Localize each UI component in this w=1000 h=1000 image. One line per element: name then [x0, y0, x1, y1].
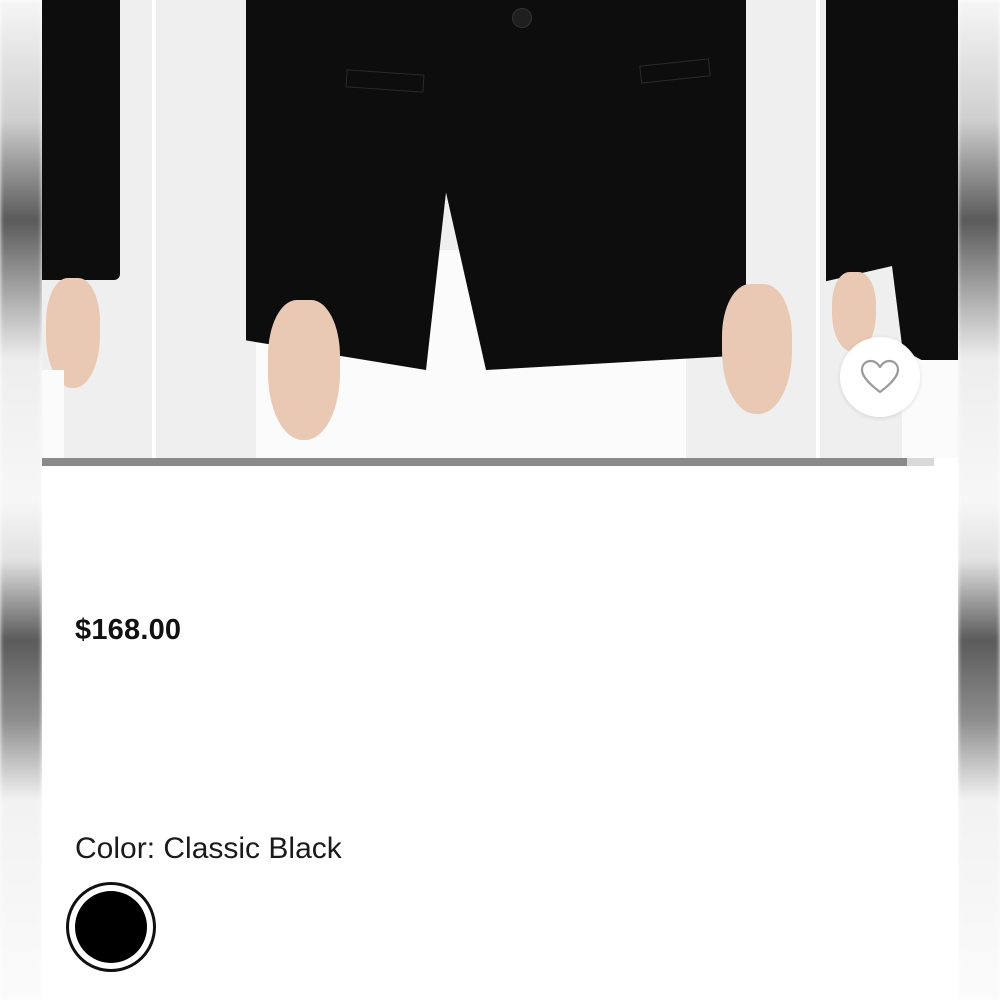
- color-selection-label: Color: Classic Black: [75, 832, 342, 866]
- carousel-progress-bar: [42, 458, 934, 466]
- blurred-background-right: [958, 0, 1000, 1000]
- pants-image: [42, 370, 64, 458]
- carousel-progress-fill: [42, 458, 908, 466]
- screenshot-collage: $168.00 Color: Classic Black: [0, 0, 1000, 1000]
- blazer-sleeve-image: [42, 0, 120, 280]
- right-hand-image: [722, 284, 792, 414]
- swatch-color-dot: [75, 891, 147, 963]
- carousel-slide-current[interactable]: [156, 0, 816, 458]
- product-page: $168.00 Color: Classic Black: [42, 0, 958, 1000]
- left-hand-image: [268, 300, 340, 440]
- carousel-slide-previous[interactable]: [42, 0, 152, 458]
- blazer-button: [512, 8, 532, 28]
- product-image-carousel[interactable]: [42, 0, 958, 458]
- color-value: Classic Black: [163, 832, 342, 865]
- heart-outline-icon: [860, 359, 900, 394]
- favorite-button[interactable]: [840, 337, 920, 417]
- product-price: $168.00: [75, 614, 182, 646]
- blurred-background-left: [0, 0, 42, 1000]
- color-label: Color:: [75, 832, 156, 865]
- color-swatch-classic-black[interactable]: [66, 882, 156, 972]
